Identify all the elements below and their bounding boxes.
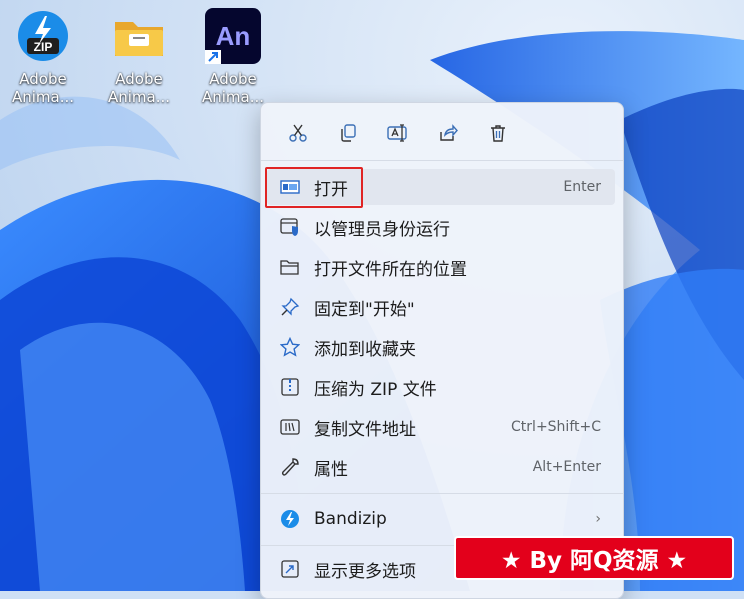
menu-item-bandizip[interactable]: Bandizip ›: [267, 501, 615, 537]
menu-item-label: 压缩为 ZIP 文件: [314, 379, 437, 400]
share-icon: [440, 124, 458, 141]
chevron-right-icon: ›: [595, 511, 601, 527]
copy-button[interactable]: [323, 117, 373, 149]
watermark-banner: ★ By 阿Q资源 ★: [454, 536, 734, 580]
zip-folder-icon: [279, 376, 301, 398]
quick-actions-bar: [273, 117, 523, 149]
menu-item-compress-zip[interactable]: 压缩为 ZIP 文件: [267, 369, 615, 405]
rename-icon: [387, 124, 407, 142]
share-button[interactable]: [423, 117, 473, 149]
menu-item-shortcut: Ctrl+Shift+C: [511, 419, 601, 435]
menu-item-shortcut: Enter: [563, 179, 601, 195]
copy-path-icon: [279, 416, 301, 438]
menu-item-copy-file-path[interactable]: 复制文件地址 Ctrl+Shift+C: [267, 409, 615, 445]
highlight-annotation: [265, 167, 363, 208]
desktop-icon-label-line1: Adobe: [115, 70, 163, 88]
pin-icon: [279, 296, 301, 318]
menu-item-add-to-favorites[interactable]: 添加到收藏夹: [267, 329, 615, 365]
folder-open-icon: [279, 256, 301, 278]
zip-archive-icon: ZIP: [15, 8, 71, 64]
wrench-icon: [279, 456, 301, 478]
rename-button[interactable]: [373, 117, 423, 149]
menu-separator: [261, 160, 623, 161]
adobe-animate-glyph-text: An: [216, 21, 251, 51]
desktop-icon-label-line2: Anima...: [11, 88, 75, 106]
adobe-animate-icon: An: [205, 8, 261, 64]
desktop-icon-label-line1: Adobe: [19, 70, 67, 88]
menu-item-run-as-admin[interactable]: 以管理员身份运行: [267, 209, 615, 245]
copy-icon: [341, 124, 356, 142]
menu-item-label: 固定到"开始": [314, 299, 415, 320]
menu-item-properties[interactable]: 属性 Alt+Enter: [267, 449, 615, 485]
more-options-icon: [279, 558, 301, 580]
desktop-icon-2[interactable]: Adobe Anima...: [96, 8, 182, 106]
desktop-icon-label-line2: Anima...: [107, 88, 171, 106]
cut-icon: [289, 124, 307, 142]
menu-item-label: Bandizip: [314, 509, 387, 529]
delete-button[interactable]: [473, 117, 523, 149]
svg-text:ZIP: ZIP: [34, 40, 53, 54]
menu-item-pin-to-start[interactable]: 固定到"开始": [267, 289, 615, 325]
cut-button[interactable]: [273, 117, 323, 149]
admin-shield-icon: [279, 216, 301, 238]
menu-item-open-file-location[interactable]: 打开文件所在的位置: [267, 249, 615, 285]
desktop-icon-3[interactable]: An Adobe Anima...: [190, 8, 276, 106]
menu-item-label: 打开文件所在的位置: [314, 259, 467, 280]
folder-icon: [111, 8, 167, 64]
menu-item-label: 属性: [314, 459, 348, 480]
menu-separator: [261, 493, 623, 494]
delete-icon: [491, 125, 505, 142]
desktop-icon-label-line1: Adobe: [209, 70, 257, 88]
desktop-icon-1[interactable]: ZIP Adobe Anima...: [0, 8, 86, 106]
menu-item-label: 添加到收藏夹: [314, 339, 416, 360]
bandizip-icon: [279, 508, 301, 530]
menu-item-label: 以管理员身份运行: [314, 219, 450, 240]
menu-item-shortcut: Alt+Enter: [532, 459, 601, 475]
star-icon: [279, 336, 301, 358]
watermark-text: ★ By 阿Q资源 ★: [500, 548, 688, 574]
menu-item-label: 复制文件地址: [314, 419, 416, 440]
